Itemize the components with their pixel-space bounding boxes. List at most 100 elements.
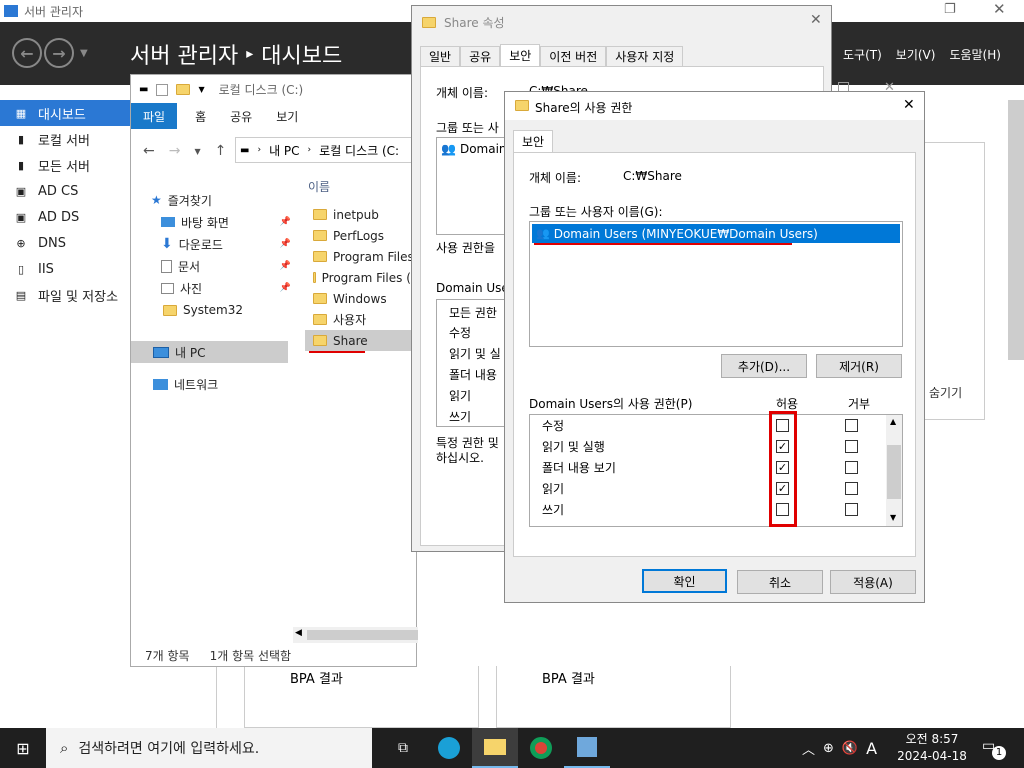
list-item[interactable]: PerfLogs — [305, 225, 418, 246]
hide-link[interactable]: 숨기기 — [929, 384, 962, 401]
chevron-down-icon[interactable]: ▼ — [80, 48, 88, 59]
pin-icon[interactable]: 📌 — [280, 217, 291, 227]
up-icon[interactable]: ↑ — [215, 143, 227, 159]
forward-icon[interactable]: → — [44, 38, 74, 68]
menu-help[interactable]: 도움말(H) — [949, 46, 1001, 63]
deny-checkbox[interactable] — [845, 419, 858, 432]
nav-pictures[interactable]: 사진 📌 — [151, 277, 291, 299]
nav-this-pc[interactable]: 내 PC — [131, 341, 288, 363]
explorer-button[interactable] — [472, 728, 518, 768]
column-header-name[interactable]: 이름 — [308, 178, 330, 195]
horizontal-scrollbar[interactable]: ◀ — [293, 627, 418, 643]
tab-view[interactable]: 보기 — [264, 103, 310, 129]
sidebar-item-dns[interactable]: ⊕ DNS — [0, 230, 135, 256]
tab-home[interactable]: 홈 — [183, 103, 218, 129]
chevron-up-icon[interactable]: ︿ — [802, 739, 815, 758]
menu-tools[interactable]: 도구(T) — [843, 46, 882, 63]
cancel-button[interactable]: 취소 — [737, 570, 823, 594]
sidebar-item-adcs[interactable]: ▣ AD CS — [0, 178, 135, 204]
allow-header: 허용 — [776, 397, 799, 411]
scroll-left-icon[interactable]: ◀ — [295, 628, 302, 638]
tab-file[interactable]: 파일 — [131, 103, 178, 129]
deny-checkbox[interactable] — [845, 461, 858, 474]
tab-share[interactable]: 공유 — [218, 103, 264, 129]
tab-security[interactable]: 보안 — [500, 44, 541, 66]
task-view-icon: ⧉ — [398, 740, 408, 756]
scrollbar[interactable] — [1008, 100, 1024, 360]
ok-button[interactable]: 확인 — [642, 569, 727, 593]
scroll-thumb[interactable] — [887, 445, 901, 499]
nav-system32[interactable]: System32 — [151, 299, 291, 321]
tab-security[interactable]: 보안 — [513, 130, 554, 152]
recent-icon[interactable]: ▼ — [194, 147, 200, 156]
deny-checkbox[interactable] — [845, 503, 858, 516]
tab-customize[interactable]: 사용자 지정 — [606, 46, 684, 66]
chrome-button[interactable] — [518, 728, 564, 768]
list-item-selected[interactable]: 👥 Domain Users (MINYEOKUE₩Domain Users) — [532, 224, 900, 243]
pin-icon[interactable]: 📌 — [280, 283, 291, 293]
forward-icon[interactable]: → — [169, 143, 181, 159]
task-view-button[interactable]: ⧉ — [380, 728, 426, 768]
picture-icon — [161, 282, 174, 294]
new-folder-icon[interactable] — [176, 84, 191, 95]
chevron-down-icon[interactable]: ▼ — [198, 85, 204, 94]
server-manager-button[interactable] — [564, 728, 610, 768]
deny-checkbox[interactable] — [845, 440, 858, 453]
list-item[interactable]: Program Files (x — [305, 267, 418, 288]
sidebar-item-file-storage[interactable]: ▤ 파일 및 저장소 — [0, 282, 135, 308]
pin-icon[interactable]: 📌 — [280, 261, 291, 271]
address-bar[interactable]: ▬ › 내 PC › 로컬 디스크 (C: — [235, 137, 418, 163]
folder-icon — [313, 251, 327, 262]
pin-icon[interactable]: 📌 — [280, 239, 291, 249]
search-box[interactable]: ⌕ 검색하려면 여기에 입력하세요. — [46, 728, 372, 768]
close-button[interactable]: ✕ — [993, 0, 1006, 18]
list-item[interactable]: inetpub — [305, 204, 418, 225]
nav-desktop[interactable]: 바탕 화면 📌 — [151, 211, 291, 233]
scroll-down-icon[interactable]: ▼ — [890, 513, 896, 522]
maximize-button[interactable]: ❐ — [944, 2, 956, 17]
ime-indicator[interactable]: A — [866, 739, 877, 758]
network-icon — [153, 378, 168, 390]
add-button[interactable]: 추가(D)... — [721, 354, 807, 378]
back-icon[interactable]: ← — [12, 38, 42, 68]
deny-checkbox[interactable] — [845, 482, 858, 495]
list-item[interactable]: Program Files — [305, 246, 418, 267]
tab-previous-versions[interactable]: 이전 버전 — [540, 46, 607, 66]
group-list[interactable]: 👥 Domain Users (MINYEOKUE₩Domain Users) — [529, 221, 903, 347]
sidebar-item-local-server[interactable]: ▮ 로컬 서버 — [0, 126, 135, 152]
nav-network[interactable]: 네트워크 — [153, 373, 218, 395]
bpa-label[interactable]: BPA 결과 — [542, 668, 595, 687]
nav-documents[interactable]: 문서 📌 — [151, 255, 291, 277]
sidebar-item-dashboard[interactable]: ▦ 대시보드 — [0, 100, 135, 126]
close-button[interactable]: ✕ — [810, 12, 822, 28]
clock[interactable]: 오전 8:57 2024-04-18 — [892, 731, 972, 765]
list-item-selected[interactable]: Share — [305, 330, 418, 351]
sidebar-item-all-servers[interactable]: ▮ 모든 서버 — [0, 152, 135, 178]
edge-button[interactable] — [426, 728, 472, 768]
back-icon[interactable]: ← — [143, 143, 155, 159]
apply-button[interactable]: 적용(A) — [830, 570, 916, 594]
scrollbar[interactable]: ▲ ▼ — [886, 415, 902, 526]
nav-favorites[interactable]: ★ 즐겨찾기 — [151, 189, 291, 211]
tab-sharing[interactable]: 공유 — [460, 46, 501, 66]
menu-view[interactable]: 보기(V) — [896, 46, 936, 63]
nav-downloads[interactable]: ⬇ 다운로드 📌 — [151, 233, 291, 255]
notification-button[interactable]: ▭ 1 — [982, 738, 1006, 760]
remove-button[interactable]: 제거(R) — [816, 354, 902, 378]
start-button[interactable]: ⊞ — [0, 728, 46, 768]
breadcrumb-pc[interactable]: 내 PC — [269, 142, 299, 159]
sidebar-item-adds[interactable]: ▣ AD DS — [0, 204, 135, 230]
scroll-up-icon[interactable]: ▲ — [890, 417, 896, 426]
breadcrumb-root[interactable]: 서버 관리자 — [130, 38, 238, 70]
close-button[interactable]: ✕ — [903, 97, 915, 113]
tab-general[interactable]: 일반 — [420, 46, 461, 66]
list-item[interactable]: 👥 Domain — [441, 142, 511, 156]
network-icon[interactable]: ⊕ — [823, 741, 834, 756]
volume-icon[interactable]: 🔇 — [842, 741, 858, 756]
list-item[interactable]: Windows — [305, 288, 418, 309]
list-item[interactable]: 사용자 — [305, 309, 418, 330]
bpa-label[interactable]: BPA 결과 — [290, 668, 343, 687]
properties-icon[interactable] — [156, 83, 169, 96]
breadcrumb-drive[interactable]: 로컬 디스크 (C: — [319, 142, 399, 159]
sidebar-item-iis[interactable]: ▯ IIS — [0, 256, 135, 282]
